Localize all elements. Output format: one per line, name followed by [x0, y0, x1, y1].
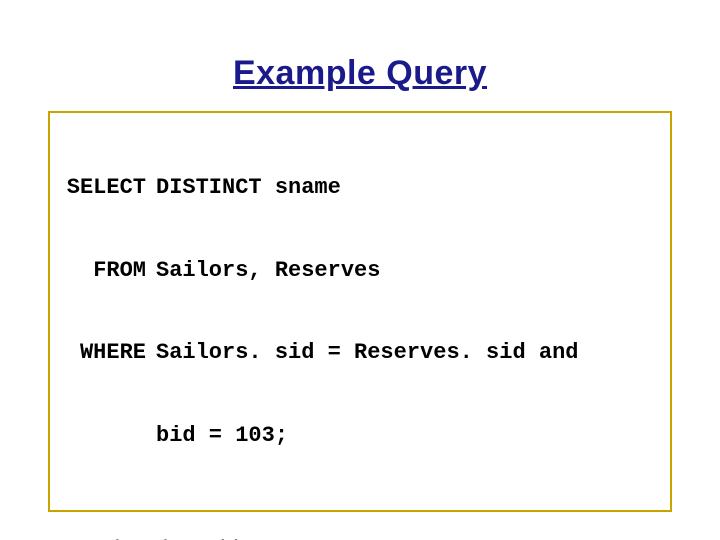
code-where-rest: Sailors. sid = Reserves. sid and — [156, 340, 578, 365]
code-line-where: WHERE Sailors. sid = Reserves. sid and — [58, 339, 662, 367]
code-line-select: SELECT DISTINCT sname — [58, 174, 662, 202]
keyword-select: SELECT — [58, 174, 146, 202]
slide-title: Example Query — [0, 54, 720, 93]
code-from-rest: Sailors, Reserves — [156, 258, 380, 283]
code-line-from: FROM Sailors, Reserves — [58, 257, 662, 285]
keyword-blank — [58, 422, 146, 450]
sql-code-box: SELECT DISTINCT sname FROM Sailors, Reserv… — [48, 111, 672, 512]
code-select-rest: DISTINCT sname — [156, 175, 341, 200]
keyword-from: FROM — [58, 257, 146, 285]
slide: Example Query SELECTDISTINCT sname FROMS… — [0, 54, 720, 540]
code-cont-rest: bid = 103; — [156, 423, 288, 448]
question-text: Q: What does this compute? — [60, 536, 720, 540]
keyword-where: WHERE — [58, 339, 146, 367]
code-line-cont: bid = 103; — [58, 422, 662, 450]
